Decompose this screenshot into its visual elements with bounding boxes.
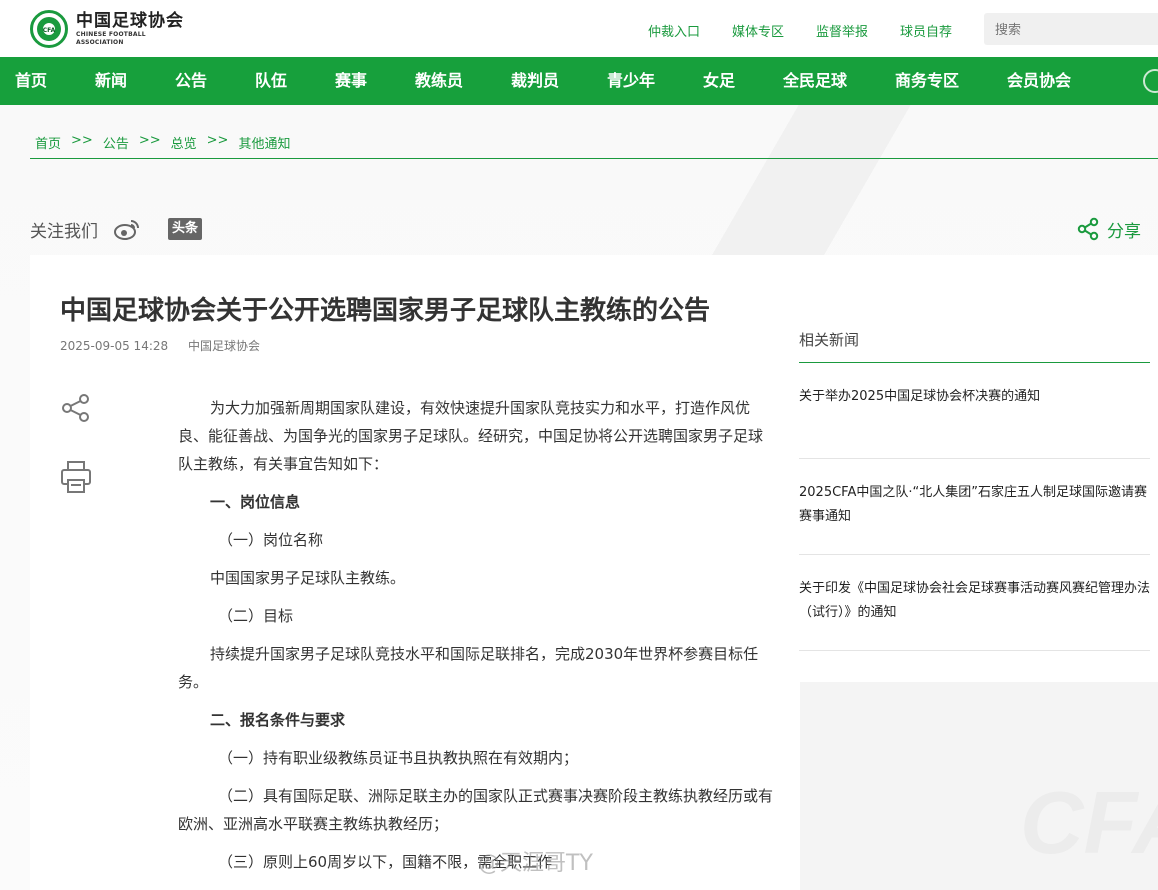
article-tools bbox=[60, 392, 92, 528]
share-button[interactable]: 分享 bbox=[1076, 215, 1141, 243]
article-heading: 一、岗位信息 bbox=[210, 493, 301, 511]
related-news-item[interactable]: 2025CFA中国之队·“北人集团”石家庄五人制足球国际邀请赛赛事通知 bbox=[799, 459, 1150, 555]
article-requirement: （一）持有职业级教练员证书且执教执照在有效期内； bbox=[218, 749, 579, 767]
nav-item-grassroots[interactable]: 全民足球 bbox=[783, 57, 847, 105]
breadcrumb-separator: >> bbox=[206, 133, 229, 148]
top-link-arbitration[interactable]: 仲裁入口 bbox=[648, 21, 700, 40]
article-heading: 二、报名条件与要求 bbox=[210, 711, 346, 729]
top-header: CFA 中国足球协会 CHINESE FOOTBALL ASSOCIATION … bbox=[0, 0, 1158, 57]
nav-globe-icon[interactable] bbox=[1143, 69, 1158, 93]
nav-item-notices[interactable]: 公告 bbox=[175, 57, 207, 105]
weibo-icon[interactable] bbox=[114, 218, 140, 240]
logo-subtitle: CHINESE FOOTBALL ASSOCIATION bbox=[76, 31, 146, 46]
top-link-media[interactable]: 媒体专区 bbox=[732, 21, 784, 40]
breadcrumb-current[interactable]: 其他通知 bbox=[238, 133, 290, 158]
follow-label: 关注我们 bbox=[30, 221, 98, 242]
breadcrumb-separator: >> bbox=[138, 133, 161, 148]
breadcrumb-separator: >> bbox=[71, 133, 93, 148]
article-paragraph: 持续提升国家男子足球队竞技水平和国际足联排名，完成2030年世界杯参赛目标任务。 bbox=[178, 645, 759, 691]
nav-item-news[interactable]: 新闻 bbox=[95, 57, 127, 105]
related-news-title: 相关新闻 bbox=[799, 320, 1150, 363]
nav-item-youth[interactable]: 青少年 bbox=[607, 57, 655, 105]
nav-item-events[interactable]: 赛事 bbox=[335, 57, 367, 105]
breadcrumb-home[interactable]: 首页 bbox=[35, 133, 61, 158]
breadcrumb-notices[interactable]: 公告 bbox=[103, 133, 129, 158]
share-icon bbox=[1077, 217, 1099, 241]
cfa-logo[interactable]: CFA 中国足球协会 CHINESE FOOTBALL ASSOCIATION bbox=[30, 9, 190, 49]
article-requirement: （二）具有国际足联、洲际足联主办的国家队正式赛事决赛阶段主教练执教经历或有欧洲、… bbox=[178, 787, 774, 833]
nav-item-teams[interactable]: 队伍 bbox=[255, 57, 287, 105]
decorative-banner: CFA bbox=[800, 682, 1158, 890]
share-label: 分享 bbox=[1107, 221, 1141, 242]
nav-item-members[interactable]: 会员协会 bbox=[1007, 57, 1071, 105]
nav-item-women[interactable]: 女足 bbox=[703, 57, 735, 105]
top-links: 仲裁入口 媒体专区 监督举报 球员自荐 bbox=[648, 21, 984, 40]
breadcrumb-overview[interactable]: 总览 bbox=[171, 133, 197, 158]
search-input[interactable] bbox=[984, 13, 1158, 45]
nav-item-referees[interactable]: 裁判员 bbox=[511, 57, 559, 105]
nav-item-home[interactable]: 首页 bbox=[15, 57, 47, 105]
article-title: 中国足球协会关于公开选聘国家男子足球队主教练的公告 bbox=[60, 296, 711, 326]
related-news-item[interactable]: 关于举办2025中国足球协会杯决赛的通知 bbox=[799, 363, 1150, 459]
article-paragraph: 中国国家男子足球队主教练。 bbox=[210, 569, 406, 587]
nav-item-business[interactable]: 商务专区 bbox=[895, 57, 959, 105]
cfa-watermark-text: CFA bbox=[1020, 773, 1158, 872]
nav-item-coaches[interactable]: 教练员 bbox=[415, 57, 463, 105]
top-link-report[interactable]: 监督举报 bbox=[816, 21, 868, 40]
article-source: 中国足球协会 bbox=[187, 339, 260, 353]
article-requirement: （三）原则上60周岁以下，国籍不限，需全职工作 bbox=[218, 853, 553, 871]
cfa-badge-icon: CFA bbox=[30, 10, 68, 48]
article-subheading: （二）目标 bbox=[218, 607, 294, 625]
article-date: 2025-09-05 14:28 bbox=[60, 339, 169, 353]
article-subheading: （一）岗位名称 bbox=[218, 531, 324, 549]
breadcrumb: 首页 >> 公告 >> 总览 >> 其他通知 bbox=[30, 133, 1158, 159]
related-news-item[interactable]: 关于印发《中国足球协会社会足球赛事活动赛风赛纪管理办法（试行）》的通知 bbox=[799, 555, 1150, 651]
print-tool[interactable] bbox=[60, 460, 92, 494]
related-news: 相关新闻 关于举办2025中国足球协会杯决赛的通知 2025CFA中国之队·“北… bbox=[799, 320, 1150, 651]
image-watermark: @天涯哥TY bbox=[478, 851, 593, 876]
article-body: 为大力加强新周期国家队建设，有效快速提升国家队竞技实力和水平，打造作风优良、能征… bbox=[178, 394, 774, 886]
share-tool[interactable] bbox=[60, 392, 92, 426]
main-nav: 首页 新闻 公告 队伍 赛事 教练员 裁判员 青少年 女足 全民足球 商务专区 … bbox=[0, 57, 1158, 105]
share-icon bbox=[62, 394, 89, 422]
top-link-player[interactable]: 球员自荐 bbox=[900, 21, 952, 40]
logo-title: 中国足球协会 bbox=[76, 11, 184, 31]
article-meta: 2025-09-05 14:28 中国足球协会 bbox=[60, 337, 276, 354]
printer-icon bbox=[61, 461, 91, 493]
follow-bar: 关注我们 头条 bbox=[30, 215, 202, 243]
background-stripe bbox=[500, 105, 1158, 255]
toutiao-icon[interactable]: 头条 bbox=[168, 218, 202, 240]
article-paragraph: 为大力加强新周期国家队建设，有效快速提升国家队竞技实力和水平，打造作风优良、能征… bbox=[178, 399, 764, 473]
